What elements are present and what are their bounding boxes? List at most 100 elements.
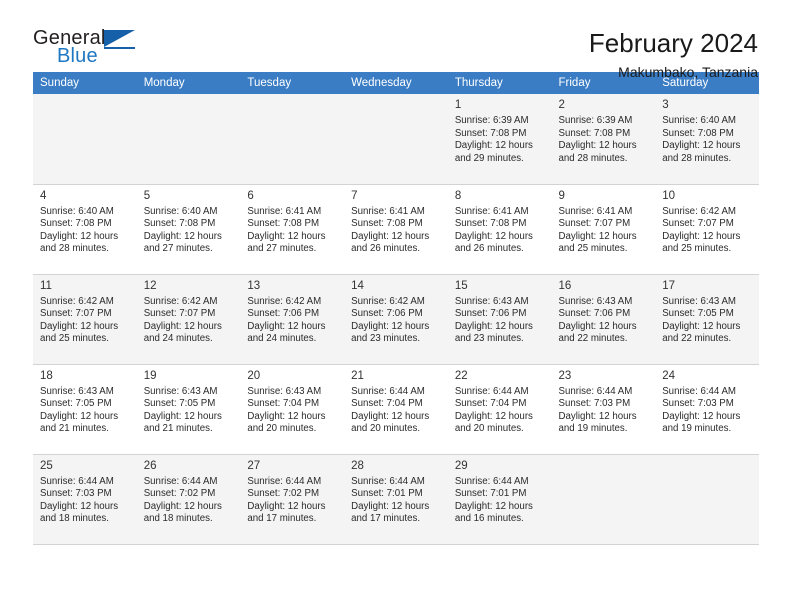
sun-times-text: Sunrise: 6:44 AM Sunset: 7:04 PM Dayligh…: [351, 385, 430, 435]
brand-name-blue: Blue: [57, 45, 98, 67]
day-number: 14: [351, 279, 364, 292]
day-cell-content: 12 Sunrise: 6:42 AM Sunset: 7:07 PM Dayli…: [137, 275, 241, 346]
day-number: 8: [454, 189, 462, 202]
day-number: 12: [143, 279, 157, 292]
sun-times-text: Sunrise: 6:43 AM Sunset: 7:06 PM Dayligh…: [454, 295, 533, 345]
sun-times-text: Sunrise: 6:44 AM Sunset: 7:01 PM Dayligh…: [454, 475, 533, 525]
day-cell-content: 17 Sunrise: 6:43 AM Sunset: 7:05 PM Dayli…: [655, 275, 759, 346]
sun-times-text: Sunrise: 6:40 AM Sunset: 7:08 PM Dayligh…: [662, 115, 741, 164]
calendar-day-cell[interactable]: 23 Sunrise: 6:44 AM Sunset: 7:03 PM Dayli…: [551, 364, 656, 455]
weekday-header-sunday: Sunday: [33, 72, 137, 94]
day-cell-content: 20 Sunrise: 6:43 AM Sunset: 7:04 PM Dayli…: [240, 365, 344, 436]
day-number: 25: [40, 459, 53, 472]
sun-times-text: Sunrise: 6:44 AM Sunset: 7:01 PM Dayligh…: [351, 475, 430, 525]
day-cell-content: 5 Sunrise: 6:40 AM Sunset: 7:08 PM Daylig…: [137, 185, 241, 256]
weekday-header-tuesday: Tuesday: [240, 72, 345, 94]
day-cell-content: 4 Sunrise: 6:40 AM Sunset: 7:08 PM Daylig…: [33, 185, 137, 256]
calendar-day-cell[interactable]: 26 Sunrise: 6:44 AM Sunset: 7:02 PM Dayli…: [136, 454, 241, 545]
calendar-day-cell[interactable]: 2 Sunrise: 6:39 AM Sunset: 7:08 PM Daylig…: [551, 94, 656, 185]
calendar-day-cell-empty: [33, 94, 137, 185]
sun-times-text: Sunrise: 6:41 AM Sunset: 7:08 PM Dayligh…: [247, 205, 326, 255]
sun-times-text: Sunrise: 6:43 AM Sunset: 7:05 PM Dayligh…: [143, 385, 222, 435]
calendar-day-cell[interactable]: 16 Sunrise: 6:43 AM Sunset: 7:06 PM Dayli…: [551, 274, 656, 365]
sun-times-text: Sunrise: 6:42 AM Sunset: 7:07 PM Dayligh…: [662, 205, 741, 255]
day-number: 2: [558, 99, 565, 111]
calendar-day-cell[interactable]: 10 Sunrise: 6:42 AM Sunset: 7:07 PM Dayli…: [655, 184, 759, 275]
sun-times-text: Sunrise: 6:40 AM Sunset: 7:08 PM Dayligh…: [143, 205, 222, 255]
calendar-day-cell[interactable]: 25 Sunrise: 6:44 AM Sunset: 7:03 PM Dayli…: [33, 454, 137, 545]
calendar-day-cell[interactable]: 21 Sunrise: 6:44 AM Sunset: 7:04 PM Dayli…: [344, 364, 448, 455]
day-number: 19: [143, 369, 157, 382]
sun-times-text: Sunrise: 6:42 AM Sunset: 7:06 PM Dayligh…: [351, 295, 430, 345]
calendar-day-cell[interactable]: 18 Sunrise: 6:43 AM Sunset: 7:05 PM Dayli…: [33, 364, 137, 455]
sun-times-text: Sunrise: 6:44 AM Sunset: 7:04 PM Dayligh…: [454, 385, 533, 435]
sun-times-text: Sunrise: 6:41 AM Sunset: 7:08 PM Dayligh…: [351, 205, 430, 255]
calendar-day-cell[interactable]: 9 Sunrise: 6:41 AM Sunset: 7:07 PM Daylig…: [551, 184, 656, 275]
sun-times-text: Sunrise: 6:39 AM Sunset: 7:08 PM Dayligh…: [454, 115, 533, 164]
day-cell-content: 19 Sunrise: 6:43 AM Sunset: 7:05 PM Dayli…: [137, 365, 241, 436]
calendar-day-cell[interactable]: 5 Sunrise: 6:40 AM Sunset: 7:08 PM Daylig…: [136, 184, 241, 275]
page-title: February 2024: [588, 28, 758, 58]
calendar-day-cell[interactable]: 19 Sunrise: 6:43 AM Sunset: 7:05 PM Dayli…: [136, 364, 241, 455]
calendar-body: 1 Sunrise: 6:39 AM Sunset: 7:08 PM Daylig…: [33, 94, 759, 545]
day-cell-content: 23 Sunrise: 6:44 AM Sunset: 7:03 PM Dayli…: [552, 365, 656, 436]
day-number: 16: [558, 279, 572, 292]
calendar-day-cell[interactable]: 14 Sunrise: 6:42 AM Sunset: 7:06 PM Dayli…: [344, 274, 448, 365]
calendar-day-cell[interactable]: 22 Sunrise: 6:44 AM Sunset: 7:04 PM Dayli…: [447, 364, 552, 455]
calendar-grid: Sunday Monday Tuesday Wednesday Thursday…: [33, 72, 759, 545]
day-number: 20: [247, 369, 261, 382]
day-number: 3: [662, 99, 669, 111]
sun-times-text: Sunrise: 6:41 AM Sunset: 7:08 PM Dayligh…: [454, 205, 533, 255]
calendar-day-cell-empty: [344, 94, 448, 185]
day-cell-content: 24 Sunrise: 6:44 AM Sunset: 7:03 PM Dayli…: [655, 365, 759, 436]
day-number: 21: [351, 369, 364, 382]
calendar-day-cell[interactable]: 4 Sunrise: 6:40 AM Sunset: 7:08 PM Daylig…: [33, 184, 137, 275]
calendar-day-cell[interactable]: 15 Sunrise: 6:43 AM Sunset: 7:06 PM Dayli…: [447, 274, 552, 365]
day-cell-content: 6 Sunrise: 6:41 AM Sunset: 7:08 PM Daylig…: [240, 185, 344, 256]
day-number: 6: [247, 189, 254, 202]
calendar-day-cell[interactable]: 29 Sunrise: 6:44 AM Sunset: 7:01 PM Dayli…: [447, 454, 552, 545]
calendar-day-cell[interactable]: 1 Sunrise: 6:39 AM Sunset: 7:08 PM Daylig…: [447, 94, 552, 185]
day-number: 27: [247, 459, 261, 472]
day-number: 17: [662, 279, 676, 292]
sun-times-text: Sunrise: 6:41 AM Sunset: 7:07 PM Dayligh…: [558, 205, 637, 255]
calendar-day-cell[interactable]: 7 Sunrise: 6:41 AM Sunset: 7:08 PM Daylig…: [344, 184, 448, 275]
calendar-day-cell[interactable]: 27 Sunrise: 6:44 AM Sunset: 7:02 PM Dayli…: [240, 454, 345, 545]
calendar-day-cell[interactable]: 13 Sunrise: 6:42 AM Sunset: 7:06 PM Dayli…: [240, 274, 345, 365]
day-number: 24: [662, 369, 676, 382]
calendar-day-cell-empty: [136, 94, 241, 185]
day-cell-content: 8 Sunrise: 6:41 AM Sunset: 7:08 PM Daylig…: [448, 185, 552, 256]
calendar-day-cell[interactable]: 11 Sunrise: 6:42 AM Sunset: 7:07 PM Dayli…: [33, 274, 137, 365]
calendar-week-row: 4 Sunrise: 6:40 AM Sunset: 7:08 PM Daylig…: [33, 184, 759, 275]
calendar-day-cell[interactable]: 6 Sunrise: 6:41 AM Sunset: 7:08 PM Daylig…: [240, 184, 345, 275]
day-number: 13: [247, 279, 261, 292]
day-cell-content: 11 Sunrise: 6:42 AM Sunset: 7:07 PM Dayli…: [33, 275, 137, 346]
day-cell-content: 3 Sunrise: 6:40 AM Sunset: 7:08 PM Daylig…: [655, 94, 759, 165]
calendar-day-cell[interactable]: 3 Sunrise: 6:40 AM Sunset: 7:08 PM Daylig…: [655, 94, 759, 185]
calendar-day-cell[interactable]: 28 Sunrise: 6:44 AM Sunset: 7:01 PM Dayli…: [344, 454, 448, 545]
calendar-day-cell[interactable]: 17 Sunrise: 6:43 AM Sunset: 7:05 PM Dayli…: [655, 274, 759, 365]
day-cell-content: 7 Sunrise: 6:41 AM Sunset: 7:08 PM Daylig…: [344, 185, 448, 256]
day-number: 15: [454, 279, 468, 292]
brand-logo[interactable]: General Blue: [33, 28, 151, 74]
calendar-day-cell[interactable]: 20 Sunrise: 6:43 AM Sunset: 7:04 PM Dayli…: [240, 364, 345, 455]
day-cell-content: 27 Sunrise: 6:44 AM Sunset: 7:02 PM Dayli…: [240, 455, 344, 526]
calendar-day-cell[interactable]: 12 Sunrise: 6:42 AM Sunset: 7:07 PM Dayli…: [136, 274, 241, 365]
sun-times-text: Sunrise: 6:42 AM Sunset: 7:07 PM Dayligh…: [40, 295, 119, 345]
calendar-day-cell[interactable]: 8 Sunrise: 6:41 AM Sunset: 7:08 PM Daylig…: [447, 184, 552, 275]
calendar-week-row: 18 Sunrise: 6:43 AM Sunset: 7:05 PM Dayli…: [33, 364, 759, 455]
sun-times-text: Sunrise: 6:44 AM Sunset: 7:03 PM Dayligh…: [558, 385, 637, 435]
calendar-day-cell[interactable]: 24 Sunrise: 6:44 AM Sunset: 7:03 PM Dayli…: [655, 364, 759, 455]
day-number: 26: [143, 459, 157, 472]
sun-times-text: Sunrise: 6:39 AM Sunset: 7:08 PM Dayligh…: [558, 115, 637, 164]
day-number: 18: [40, 369, 53, 382]
day-cell-content: 22 Sunrise: 6:44 AM Sunset: 7:04 PM Dayli…: [448, 365, 552, 436]
sun-times-text: Sunrise: 6:44 AM Sunset: 7:02 PM Dayligh…: [143, 475, 222, 525]
calendar-week-row: 25 Sunrise: 6:44 AM Sunset: 7:03 PM Dayli…: [33, 454, 759, 545]
day-cell-content: 21 Sunrise: 6:44 AM Sunset: 7:04 PM Dayli…: [344, 365, 448, 436]
calendar-page: General Blue February 2024 Makumbako, Ta…: [0, 0, 792, 612]
title-block: February 2024 Makumbako, Tanzania: [589, 28, 759, 82]
day-cell-content: 10 Sunrise: 6:42 AM Sunset: 7:07 PM Dayli…: [655, 185, 759, 256]
sun-times-text: Sunrise: 6:43 AM Sunset: 7:05 PM Dayligh…: [40, 385, 119, 435]
day-cell-content: 26 Sunrise: 6:44 AM Sunset: 7:02 PM Dayli…: [137, 455, 241, 526]
